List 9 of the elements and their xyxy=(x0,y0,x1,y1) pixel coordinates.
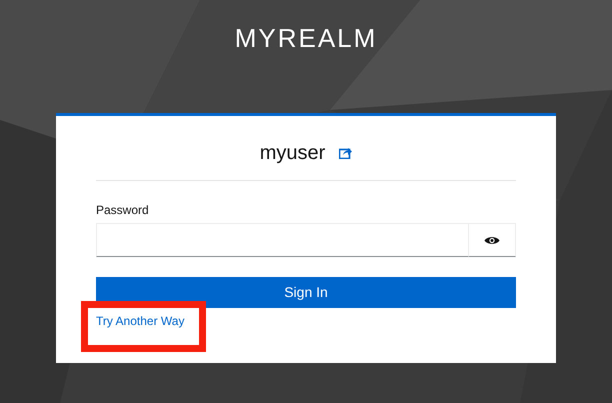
username: myuser xyxy=(260,141,326,166)
external-link-icon[interactable] xyxy=(339,147,352,159)
password-field[interactable] xyxy=(96,223,469,257)
eye-icon xyxy=(484,234,500,246)
password-label: Password xyxy=(96,202,150,219)
try-another-way-link[interactable]: Try Another Way xyxy=(96,312,184,330)
show-password-button[interactable] xyxy=(469,223,516,257)
sign-in-button[interactable]: Sign In xyxy=(96,277,516,308)
realm-title: MYREALM xyxy=(234,22,378,54)
